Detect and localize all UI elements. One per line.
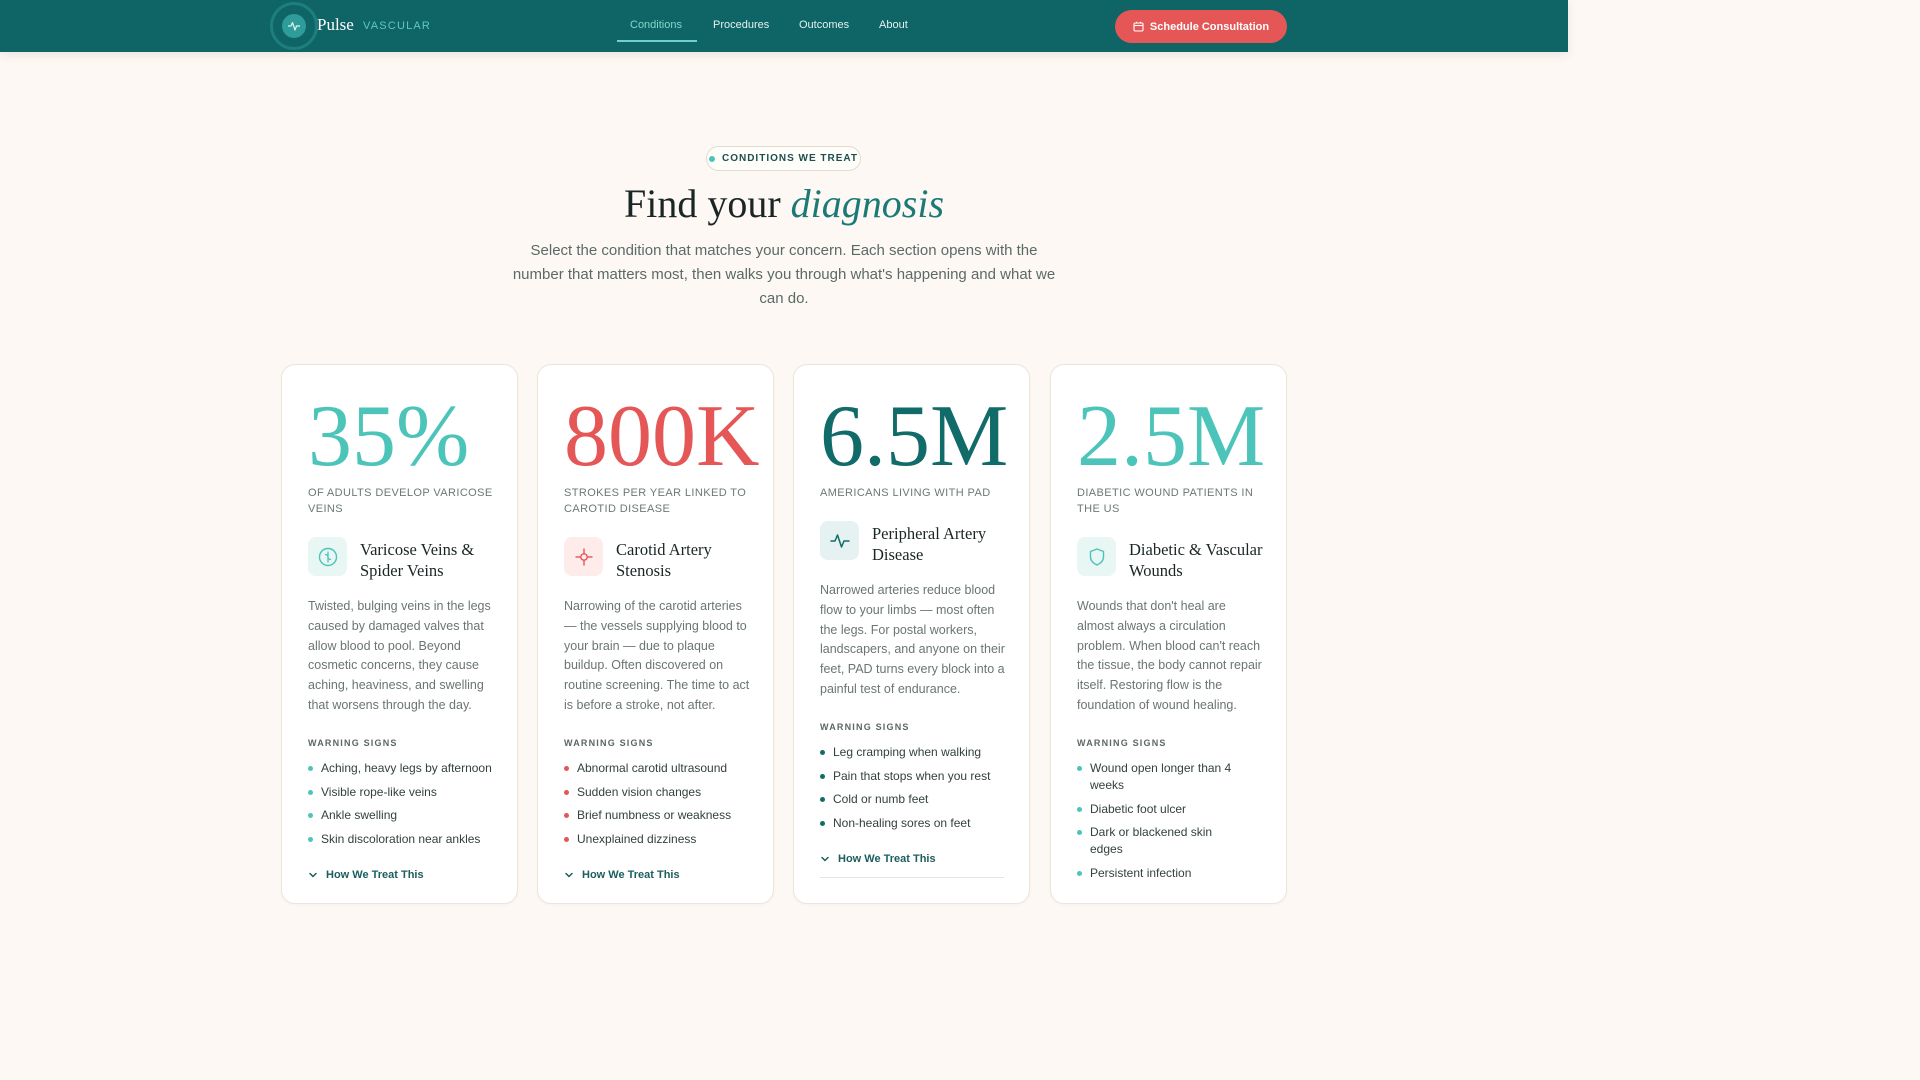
list-item: Cold or numb feet bbox=[820, 791, 1010, 808]
brand-name[interactable]: Pulse bbox=[317, 15, 354, 35]
treat-label: How We Treat This bbox=[582, 869, 680, 881]
card-stat: 35% bbox=[308, 388, 470, 485]
pulse-logo-icon bbox=[282, 14, 306, 38]
card-description: Twisted, bulging veins in the legs cause… bbox=[308, 599, 491, 712]
card-description: Narrowed arteries reduce blood flow to y… bbox=[820, 583, 1005, 696]
card-stat-label: OF ADULTS DEVELOP VARICOSE VEINS bbox=[308, 487, 493, 515]
list-item: Sudden vision changes bbox=[564, 784, 754, 801]
card-description: Narrowing of the carotid arteries — the … bbox=[564, 599, 750, 712]
card-title: Carotid Artery Stenosis bbox=[616, 540, 712, 580]
warning-signs-list: Leg cramping when walking Pain that stop… bbox=[820, 744, 1010, 838]
card-stat-label: DIABETIC WOUND PATIENTS IN THE US bbox=[1077, 487, 1254, 515]
warning-signs-heading: WARNING SIGNS bbox=[820, 722, 910, 732]
card-title: Diabetic & Vascular Wounds bbox=[1129, 540, 1263, 580]
card-title: Varicose Veins & Spider Veins bbox=[360, 540, 475, 580]
cta-label: Schedule Consultation bbox=[1149, 20, 1270, 33]
card-stat: 6.5M bbox=[820, 388, 1009, 485]
list-item: Ankle swelling bbox=[308, 807, 498, 824]
nav-link-outcomes[interactable]: Outcomes bbox=[799, 19, 849, 31]
list-item: Abnormal carotid ultrasound bbox=[564, 760, 754, 777]
nav-active-indicator bbox=[617, 40, 697, 42]
nav-link-about[interactable]: About bbox=[879, 19, 908, 31]
card-description: Wounds that don't heal are almost always… bbox=[1077, 599, 1262, 712]
list-item: Diabetic foot ulcer bbox=[1077, 801, 1237, 818]
warning-signs-heading: WARNING SIGNS bbox=[308, 738, 398, 748]
nav-link-conditions[interactable]: Conditions bbox=[630, 19, 682, 31]
pulse-icon bbox=[820, 521, 859, 560]
nav-link-procedures[interactable]: Procedures bbox=[713, 19, 769, 31]
calendar-icon bbox=[1133, 21, 1144, 32]
warning-signs-heading: WARNING SIGNS bbox=[1077, 738, 1167, 748]
droplet-icon bbox=[308, 537, 347, 576]
how-we-treat-toggle[interactable]: How We Treat This bbox=[308, 869, 424, 881]
logo[interactable] bbox=[270, 2, 318, 50]
title-plain: Find your bbox=[623, 181, 791, 226]
card-stat: 2.5M bbox=[1077, 388, 1266, 485]
list-item: Wound open longer than 4 weeks bbox=[1077, 760, 1237, 794]
section-eyebrow-badge: CONDITIONS WE TREAT bbox=[706, 146, 861, 171]
card-stat: 800K bbox=[564, 388, 760, 485]
chevron-down-icon bbox=[309, 872, 317, 878]
how-we-treat-toggle[interactable]: How We Treat This bbox=[564, 869, 680, 881]
list-item: Brief numbness or weakness bbox=[564, 807, 754, 824]
page-subtitle: Select the condition that matches your c… bbox=[512, 242, 1056, 307]
eyebrow-dot bbox=[708, 155, 715, 162]
list-item: Persistent infection bbox=[1077, 865, 1237, 882]
shield-icon bbox=[1077, 537, 1116, 576]
list-item: Visible rope-like veins bbox=[308, 784, 498, 801]
list-item: Leg cramping when walking bbox=[820, 744, 1010, 761]
condition-card-varicose: 35% OF ADULTS DEVELOP VARICOSE VEINS Var… bbox=[281, 364, 518, 904]
treat-label: How We Treat This bbox=[326, 869, 424, 881]
top-nav: Pulse VASCULAR Conditions Procedures Out… bbox=[0, 0, 1568, 52]
page-title: Find your diagnosis bbox=[0, 180, 1568, 227]
chevron-down-icon bbox=[565, 872, 573, 878]
crosshair-icon bbox=[564, 537, 603, 576]
eyebrow-label: CONDITIONS WE TREAT bbox=[721, 153, 859, 164]
warning-signs-list: Abnormal carotid ultrasound Sudden visio… bbox=[564, 760, 754, 854]
list-item: Pain that stops when you rest bbox=[820, 768, 1010, 785]
warning-signs-list: Wound open longer than 4 weeks Diabetic … bbox=[1077, 760, 1237, 888]
treat-label: How We Treat This bbox=[838, 853, 936, 865]
list-item: Aching, heavy legs by afternoon bbox=[308, 760, 498, 777]
warning-signs-list: Aching, heavy legs by afternoon Visible … bbox=[308, 760, 498, 854]
list-item: Skin discoloration near ankles bbox=[308, 831, 498, 848]
how-we-treat-toggle[interactable]: How We Treat This bbox=[820, 853, 936, 865]
list-item: Non-healing sores on feet bbox=[820, 815, 1010, 832]
brand-subtitle: VASCULAR bbox=[363, 20, 432, 32]
chevron-down-icon bbox=[821, 856, 829, 862]
condition-card-wounds: 2.5M DIABETIC WOUND PATIENTS IN THE US D… bbox=[1050, 364, 1287, 904]
card-stat-label: AMERICANS LIVING WITH PAD bbox=[820, 487, 991, 499]
list-item: Unexplained dizziness bbox=[564, 831, 754, 848]
list-item: Dark or blackened skin edges bbox=[1077, 824, 1237, 858]
condition-card-carotid: 800K STROKES PER YEAR LINKED TO CAROTID … bbox=[537, 364, 774, 904]
title-emphasis: diagnosis bbox=[790, 181, 945, 226]
warning-signs-heading: WARNING SIGNS bbox=[564, 738, 654, 748]
divider bbox=[820, 877, 1004, 878]
card-stat-label: STROKES PER YEAR LINKED TO CAROTID DISEA… bbox=[564, 487, 747, 515]
card-title: Peripheral Artery Disease bbox=[872, 524, 987, 564]
condition-card-pad: 6.5M AMERICANS LIVING WITH PAD Periphera… bbox=[793, 364, 1030, 904]
schedule-consultation-button[interactable]: Schedule Consultation bbox=[1115, 10, 1287, 43]
